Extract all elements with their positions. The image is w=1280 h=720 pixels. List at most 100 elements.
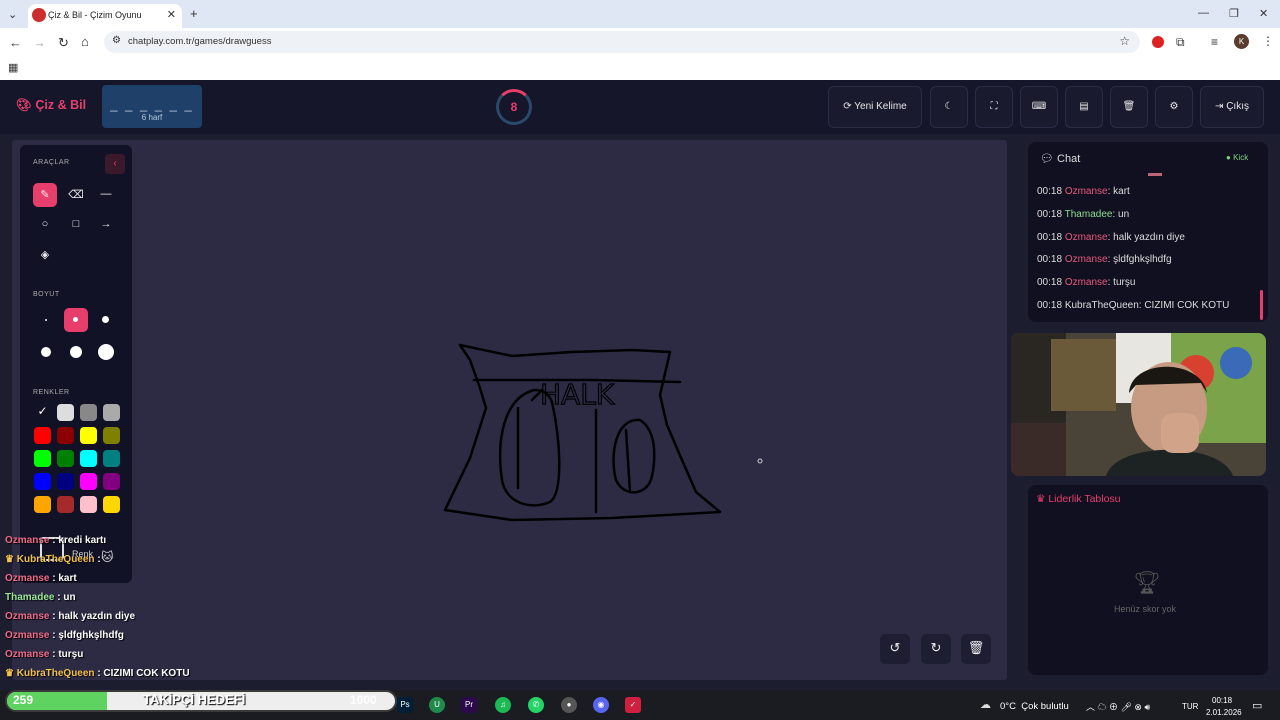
color-swatch[interactable]: [80, 450, 97, 467]
color-swatch[interactable]: [57, 427, 74, 444]
chat-username[interactable]: Thamadee: [1065, 209, 1113, 220]
chat-username[interactable]: Ozmanse: [1065, 232, 1108, 243]
weather-icon: ☁: [980, 699, 991, 711]
settings-button[interactable]: ⚙: [1155, 86, 1193, 128]
arrow-tool[interactable]: →: [94, 213, 118, 237]
weather-text[interactable]: 0°C Çok bulutlu: [1000, 701, 1069, 712]
site-info-icon[interactable]: ⚙: [112, 35, 121, 46]
cursor-indicator: [757, 458, 763, 464]
collapse-panel-button[interactable]: ‹: [105, 154, 125, 174]
color-swatch-selected[interactable]: ✓: [34, 404, 51, 421]
color-swatch[interactable]: [57, 473, 74, 490]
new-tab-icon[interactable]: +: [190, 6, 198, 21]
trash-icon: 🗑︎: [1122, 101, 1136, 112]
color-swatch[interactable]: [103, 450, 120, 467]
address-bar[interactable]: ⚙ chatplay.com.tr/games/drawguess ☆: [104, 31, 1140, 53]
color-swatch[interactable]: [80, 473, 97, 490]
tray-icons[interactable]: ︿ ☁ ⊕ 🎤︎ ⊗ 🔊︎: [1086, 700, 1150, 713]
close-tab-icon[interactable]: ✕: [167, 8, 176, 21]
whatsapp-taskbar-icon[interactable]: ✆: [528, 697, 544, 713]
back-icon[interactable]: ←: [9, 35, 22, 50]
overlay-username: Ozmanse: [5, 611, 50, 622]
bookmark-star-icon[interactable]: ☆: [1119, 34, 1130, 48]
new-word-button[interactable]: ⟳ Yeni Kelime: [828, 86, 922, 128]
apps-grid-icon[interactable]: ▦: [8, 61, 18, 74]
keyboard-button[interactable]: ⌨: [1020, 86, 1058, 128]
rectangle-tool[interactable]: □: [64, 213, 88, 237]
theme-toggle-button[interactable]: ☾: [930, 86, 968, 128]
overlay-text: : turşu: [49, 649, 84, 660]
color-swatch[interactable]: [80, 427, 97, 444]
chat-username[interactable]: Ozmanse: [1065, 254, 1108, 265]
color-swatch[interactable]: [103, 427, 120, 444]
color-swatch[interactable]: [103, 404, 120, 421]
window-close-icon[interactable]: ✕: [1259, 7, 1268, 20]
language-indicator[interactable]: TUR: [1182, 702, 1198, 711]
minimize-icon[interactable]: —: [1198, 7, 1209, 19]
media-icon[interactable]: ≡: [1211, 35, 1218, 49]
color-swatch[interactable]: [80, 404, 97, 421]
round-timer: 8: [496, 89, 532, 125]
chat-message: 00:18 KubraTheQueen: CIZIMI COK KOTU: [1037, 300, 1229, 311]
overlay-username: Thamadee: [5, 592, 55, 603]
drawing-canvas[interactable]: HALK: [12, 140, 1007, 680]
photoshop-taskbar-icon[interactable]: Ps: [397, 697, 413, 713]
color-swatch[interactable]: [34, 473, 51, 490]
home-icon[interactable]: ⌂: [81, 34, 89, 49]
color-swatch[interactable]: [103, 473, 120, 490]
archive-button[interactable]: ▤: [1065, 86, 1103, 128]
chat-username[interactable]: Ozmanse: [1065, 186, 1108, 197]
extensions-puzzle-icon[interactable]: ⧉: [1176, 35, 1185, 50]
discord-taskbar-icon[interactable]: ◉: [593, 697, 609, 713]
color-swatch[interactable]: [57, 450, 74, 467]
app-taskbar-icon[interactable]: U: [429, 697, 445, 713]
expand-icon: ⛶: [990, 101, 998, 112]
clear-canvas-button[interactable]: 🗑︎: [961, 634, 991, 664]
brush-tool[interactable]: ✎: [33, 183, 57, 207]
size-4-button[interactable]: [34, 340, 58, 364]
spotify-taskbar-icon[interactable]: ♫: [495, 697, 511, 713]
fullscreen-button[interactable]: ⛶: [975, 86, 1013, 128]
size-3-button[interactable]: [94, 308, 118, 332]
circle-icon: ○: [41, 218, 49, 230]
reload-icon[interactable]: ↻: [58, 35, 69, 51]
logout-button[interactable]: ⇥ Çıkış: [1200, 86, 1264, 128]
chat-text: : CIZIMI COK KOTU: [1138, 300, 1230, 311]
color-swatch[interactable]: [103, 496, 120, 513]
chat-scrollbar[interactable]: [1260, 290, 1263, 320]
clock-time[interactable]: 00:18: [1212, 696, 1232, 705]
chat-username[interactable]: KubraTheQueen: [1065, 300, 1139, 311]
tab-list-icon[interactable]: ⌄: [8, 8, 17, 21]
notification-icon[interactable]: ▭: [1252, 699, 1262, 712]
obs-taskbar-icon[interactable]: ●: [561, 697, 577, 713]
color-swatch[interactable]: [57, 496, 74, 513]
undo-button[interactable]: ↺: [880, 634, 910, 664]
restore-icon[interactable]: ❐: [1229, 7, 1239, 20]
size-6-button[interactable]: [94, 340, 118, 364]
size-1-button[interactable]: [34, 308, 58, 332]
fill-tool[interactable]: ◈: [33, 243, 57, 267]
forward-icon[interactable]: →: [33, 35, 46, 50]
chat-username[interactable]: Ozmanse: [1065, 277, 1108, 288]
browser-tab[interactable]: Çiz & Bil - Çizim Oyunu ✕: [28, 4, 182, 28]
line-tool[interactable]: —: [94, 183, 118, 207]
redo-button[interactable]: ↻: [921, 634, 951, 664]
clock-date[interactable]: 2.01.2026: [1206, 708, 1242, 717]
overlay-username: Ozmanse: [5, 573, 50, 584]
size-5-button[interactable]: [64, 340, 88, 364]
circle-tool[interactable]: ○: [33, 213, 57, 237]
trash-button[interactable]: 🗑︎: [1110, 86, 1148, 128]
color-swatch[interactable]: [80, 496, 97, 513]
browser-menu-icon[interactable]: ⋮: [1262, 34, 1274, 48]
color-swatch[interactable]: [57, 404, 74, 421]
app-logo[interactable]: 🎨︎ Çiz & Bil: [16, 98, 86, 113]
app-red-taskbar-icon[interactable]: ✓: [625, 697, 641, 713]
extension-icon[interactable]: [1152, 36, 1164, 48]
color-swatch[interactable]: [34, 496, 51, 513]
color-swatch[interactable]: [34, 427, 51, 444]
profile-avatar[interactable]: K: [1234, 34, 1249, 49]
eraser-tool[interactable]: ⌫: [64, 183, 88, 207]
size-2-button[interactable]: [64, 308, 88, 332]
premiere-taskbar-icon[interactable]: Pr: [461, 697, 477, 713]
color-swatch[interactable]: [34, 450, 51, 467]
